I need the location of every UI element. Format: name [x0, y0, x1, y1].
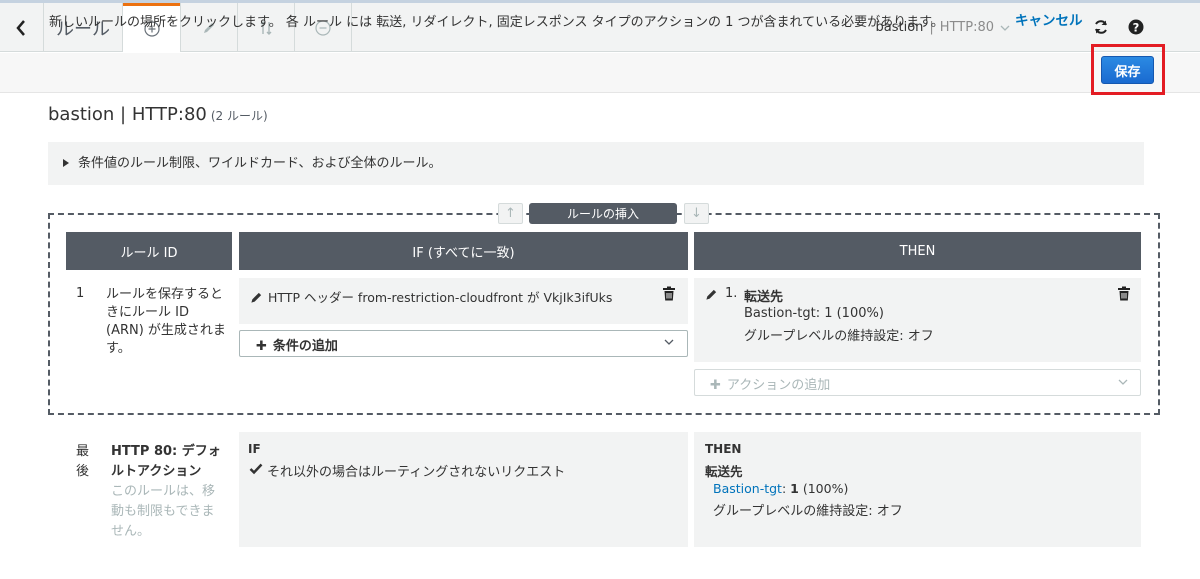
help-icon[interactable]: ?	[1128, 19, 1144, 35]
default-if-condition: それ以外の場合はルーティングされないリクエスト	[267, 465, 566, 480]
lb-listener: HTTP:80	[939, 20, 994, 35]
svg-text:?: ?	[1133, 20, 1140, 34]
trash-icon[interactable]	[1117, 286, 1131, 301]
default-then-title: 転送先	[705, 464, 743, 479]
default-if-label: IF	[248, 442, 261, 456]
refresh-icon[interactable]	[1093, 19, 1109, 35]
instruction-bar	[0, 53, 1200, 93]
default-then-label: THEN	[705, 442, 742, 456]
rule1-action-target: Bastion-tgt: 1 (100%)	[744, 306, 884, 321]
page-title: bastion | HTTP:80 (2 ルール)	[48, 104, 268, 125]
header-if: IF (すべてに一致)	[239, 232, 688, 270]
insert-rule-button[interactable]: ルールの挿入	[529, 203, 677, 224]
target-pct: (100%)	[802, 481, 849, 496]
add-action-label[interactable]: ✚ アクションの追加	[710, 374, 830, 393]
rule1-condition[interactable]: HTTP ヘッダー from-restriction-cloudfront が …	[250, 287, 612, 306]
info-expander-label[interactable]: 条件値のルール制限、ワイルドカード、および全体のルール。	[62, 152, 441, 171]
target-weight: 1	[790, 481, 799, 496]
plus-icon: ✚	[710, 378, 721, 393]
plus-icon: ✚	[256, 339, 267, 354]
info-text: 条件値のルール制限、ワイルドカード、および全体のルール。	[78, 156, 442, 171]
add-action-text: アクションの追加	[726, 378, 831, 393]
arrow-up-icon: ↑	[505, 206, 516, 221]
default-then-stickiness: グループレベルの維持設定: オフ	[713, 504, 903, 519]
rule1-condition-text: HTTP ヘッダー from-restriction-cloudfront が …	[268, 290, 613, 305]
rule1-description: ルールを保存するときにルール ID (ARN) が生成されます。	[106, 287, 226, 356]
pencil-icon[interactable]	[705, 288, 718, 301]
check-icon	[249, 463, 263, 475]
header-then: THEN	[694, 232, 1141, 270]
default-rule-last-label: 最後	[76, 444, 90, 479]
insert-below-button[interactable]: ↓	[684, 203, 709, 224]
default-rule-condition-box	[239, 432, 688, 547]
arrow-down-icon: ↓	[691, 206, 702, 221]
header-rule-id: ルール ID	[66, 232, 232, 270]
default-rule-name: HTTP 80: デフォルトアクション	[111, 444, 221, 479]
rule1-number: 1	[76, 286, 85, 301]
rule-count: (2 ルール)	[210, 109, 268, 123]
trash-icon[interactable]	[662, 286, 676, 301]
rule1-action-stickiness: グループレベルの維持設定: オフ	[744, 329, 934, 344]
add-condition-label[interactable]: ✚ 条件の追加	[256, 335, 338, 354]
add-condition-text: 条件の追加	[272, 339, 338, 354]
chevron-down-icon	[1000, 25, 1010, 31]
back-button[interactable]	[0, 3, 42, 52]
chevron-down-icon[interactable]	[664, 337, 674, 347]
insert-above-button[interactable]: ↑	[498, 203, 523, 224]
target-group-link[interactable]: Bastion-tgt	[713, 481, 782, 496]
caret-right-icon	[63, 159, 69, 167]
save-button[interactable]: 保存	[1101, 56, 1154, 84]
chevron-down-icon[interactable]	[1118, 377, 1128, 387]
instruction-text: 新しいルールの場所をクリックします。 各 ルール には 転送, リダイレクト, …	[49, 15, 944, 30]
back-chevron-icon	[16, 19, 25, 36]
rule1-action-title: 転送先	[744, 290, 784, 305]
pencil-icon[interactable]	[250, 291, 263, 304]
listener-title: bastion | HTTP:80	[48, 104, 207, 125]
cancel-link[interactable]: キャンセル	[1015, 9, 1083, 29]
rule1-action-number: 1.	[725, 286, 738, 301]
default-then-target: Bastion-tgt: 1 (100%)	[713, 481, 848, 496]
default-rule-description: このルールは、移動も制限もできません。	[111, 484, 216, 539]
target-sep: :	[781, 481, 787, 496]
